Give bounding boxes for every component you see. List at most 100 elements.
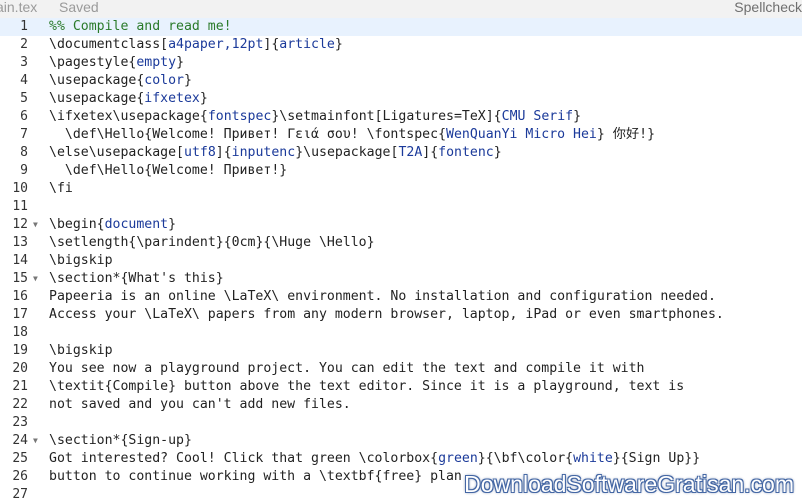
line-number: 24 — [12, 433, 28, 448]
code-token: You see now a playground project. You ca… — [49, 361, 645, 376]
line-number: 15 — [12, 271, 28, 286]
code-line[interactable]: 5 \usepackage{ifxetex} — [0, 90, 802, 108]
code-token: \ifxetex\usepackage — [49, 109, 200, 124]
code-line[interactable]: 11 — [0, 198, 802, 216]
fold-arrow-icon[interactable]: ▼ — [33, 270, 38, 288]
spellcheck-toggle[interactable]: Spellcheck — [734, 0, 802, 16]
code-text: \begin{document} — [49, 216, 176, 234]
code-token: \LaTeX\ — [144, 307, 200, 322]
code-text: \section*{What's this} — [49, 270, 224, 288]
fold-arrow-icon[interactable]: ▼ — [33, 216, 38, 234]
code-token: \colorbox — [358, 451, 431, 466]
line-number: 17 — [12, 307, 28, 322]
code-line[interactable]: 12 ▼ \begin{document} — [0, 216, 802, 234]
code-line[interactable]: 8 \else\usepackage[utf8]{inputenc}\usepac… — [0, 144, 802, 162]
editor-tab-bar: ain.tex Saved Spellcheck — [0, 0, 802, 18]
code-token: \else\usepackage — [49, 145, 177, 160]
code-token: document — [104, 217, 169, 232]
code-token: \textbf — [318, 469, 375, 484]
code-line[interactable]: 19 \bigskip — [0, 342, 802, 360]
code-token: \usepackage — [303, 145, 391, 160]
code-token: *{Sign-up} — [112, 433, 192, 448]
line-number: 16 — [12, 289, 28, 304]
code-editor[interactable]: 1%% Compile and read me! 2 \documentclass[… — [0, 18, 802, 504]
code-token: ]{ — [263, 37, 280, 52]
code-token: } — [199, 91, 208, 106]
code-line[interactable]: 17 Access your \LaTeX\ papers from any mo… — [0, 306, 802, 324]
code-line[interactable]: 3 \pagestyle{empty} — [0, 54, 802, 72]
code-token: {Compile} button above the text editor. … — [104, 379, 685, 394]
code-line[interactable]: 15 ▼ \section*{What's this} — [0, 270, 802, 288]
save-status: Saved — [59, 0, 99, 15]
code-line[interactable]: 22 not saved and you can't add new files. — [0, 396, 802, 414]
code-token: environment. No installation and configu… — [279, 289, 716, 304]
file-tab-label[interactable]: ain.tex — [0, 0, 37, 16]
code-token: \begin — [49, 217, 97, 232]
code-text: \usepackage{ifxetex} — [49, 90, 208, 108]
code-line[interactable]: 25 Got interested? Cool! Click that green… — [0, 450, 802, 468]
line-number: 6 — [20, 109, 28, 124]
code-token: [Ligatures=TeX]{ — [374, 109, 502, 124]
line-number: 20 — [12, 361, 28, 376]
line-number: 8 — [20, 145, 28, 160]
code-line[interactable]: 2 \documentclass[a4paper,12pt]{article} — [0, 36, 802, 54]
code-line[interactable]: 10 \fi — [0, 180, 802, 198]
code-token: WenQuanYi Micro Hei — [446, 127, 597, 142]
code-line[interactable]: 6 \ifxetex\usepackage{fontspec} \setmainfo… — [0, 108, 802, 126]
line-number: 27 — [12, 487, 28, 502]
code-token: \bigskip — [49, 343, 113, 358]
code-line[interactable]: 7 \def\Hello{Welcome! Привет! Γειά σου! … — [0, 126, 802, 144]
line-number: 18 — [12, 325, 28, 340]
code-line[interactable]: 23 — [0, 414, 802, 432]
code-line[interactable]: 4 \usepackage{color} — [0, 72, 802, 90]
code-token: }{ — [477, 451, 494, 466]
fold-arrow-icon[interactable]: ▼ — [33, 432, 38, 450]
code-text: \pagestyle{empty} — [49, 54, 184, 72]
code-token: article — [279, 37, 335, 52]
code-token: } — [334, 37, 343, 52]
code-line[interactable]: 20 You see now a playground project. You … — [0, 360, 802, 378]
code-text: not saved and you can't add new files. — [49, 396, 351, 414]
code-line[interactable]: 1 %% Compile and read me! — [0, 18, 802, 36]
code-line[interactable]: 24 ▼ \section*{Sign-up} — [0, 432, 802, 450]
code-token: utf8 — [184, 145, 216, 160]
code-text: \textit{Compile} button above the text e… — [49, 378, 684, 396]
code-token: } — [493, 145, 502, 160]
line-number: 14 — [12, 253, 28, 268]
code-token: \documentclass — [49, 37, 161, 52]
code-line[interactable]: 16 Papeeria is an online \LaTeX\ environm… — [0, 288, 802, 306]
code-token: Got interested? Cool! Click that green — [49, 451, 359, 466]
line-number: 13 — [12, 235, 28, 250]
code-token: Papeeria is an online — [49, 289, 224, 304]
code-token: fontspec — [207, 109, 272, 124]
code-line[interactable]: 13 \setlength{\parindent}{0cm}{\Huge \Hel… — [0, 234, 802, 252]
code-token: } — [366, 235, 375, 250]
code-token: Access your — [49, 307, 145, 322]
code-token: \parindent — [136, 235, 216, 250]
code-text: %% Compile and read me! — [49, 18, 232, 36]
code-text: \setlength{\parindent}{0cm}{\Huge \Hello… — [49, 234, 375, 252]
code-token: \setlength — [49, 235, 129, 250]
code-line[interactable]: 18 — [0, 324, 802, 342]
code-token: {Welcome! Привет!} — [144, 163, 288, 178]
code-text: \ifxetex\usepackage{fontspec} \setmainfon… — [49, 108, 581, 126]
code-text: \section*{Sign-up} — [49, 432, 192, 450]
code-token: inputenc — [231, 145, 296, 160]
code-text: \documentclass[a4paper,12pt]{article} — [49, 36, 343, 54]
code-token: [ — [160, 37, 169, 52]
code-token: \bf\color — [493, 451, 566, 466]
code-line[interactable]: 9 \def\Hello{Welcome! Привет!} — [0, 162, 802, 180]
code-token: not saved and you can't add new files. — [49, 397, 351, 412]
code-token: \LaTeX\ — [223, 289, 280, 304]
code-token: {free} plan — [374, 469, 462, 484]
code-line[interactable]: 21 \textit{Compile} button above the text… — [0, 378, 802, 396]
code-text: button to continue working with a \textb… — [49, 468, 462, 486]
code-text: \bigskip — [49, 252, 113, 270]
code-token: color — [144, 73, 184, 88]
code-line[interactable]: 14 \bigskip — [0, 252, 802, 270]
code-text: \fi — [49, 180, 73, 198]
code-token: {Welcome! Привет! Γειά σου! — [144, 127, 367, 142]
line-number: 23 — [12, 415, 28, 430]
line-number: 10 — [12, 181, 28, 196]
code-token: papers from any modern browser, laptop, … — [199, 307, 724, 322]
